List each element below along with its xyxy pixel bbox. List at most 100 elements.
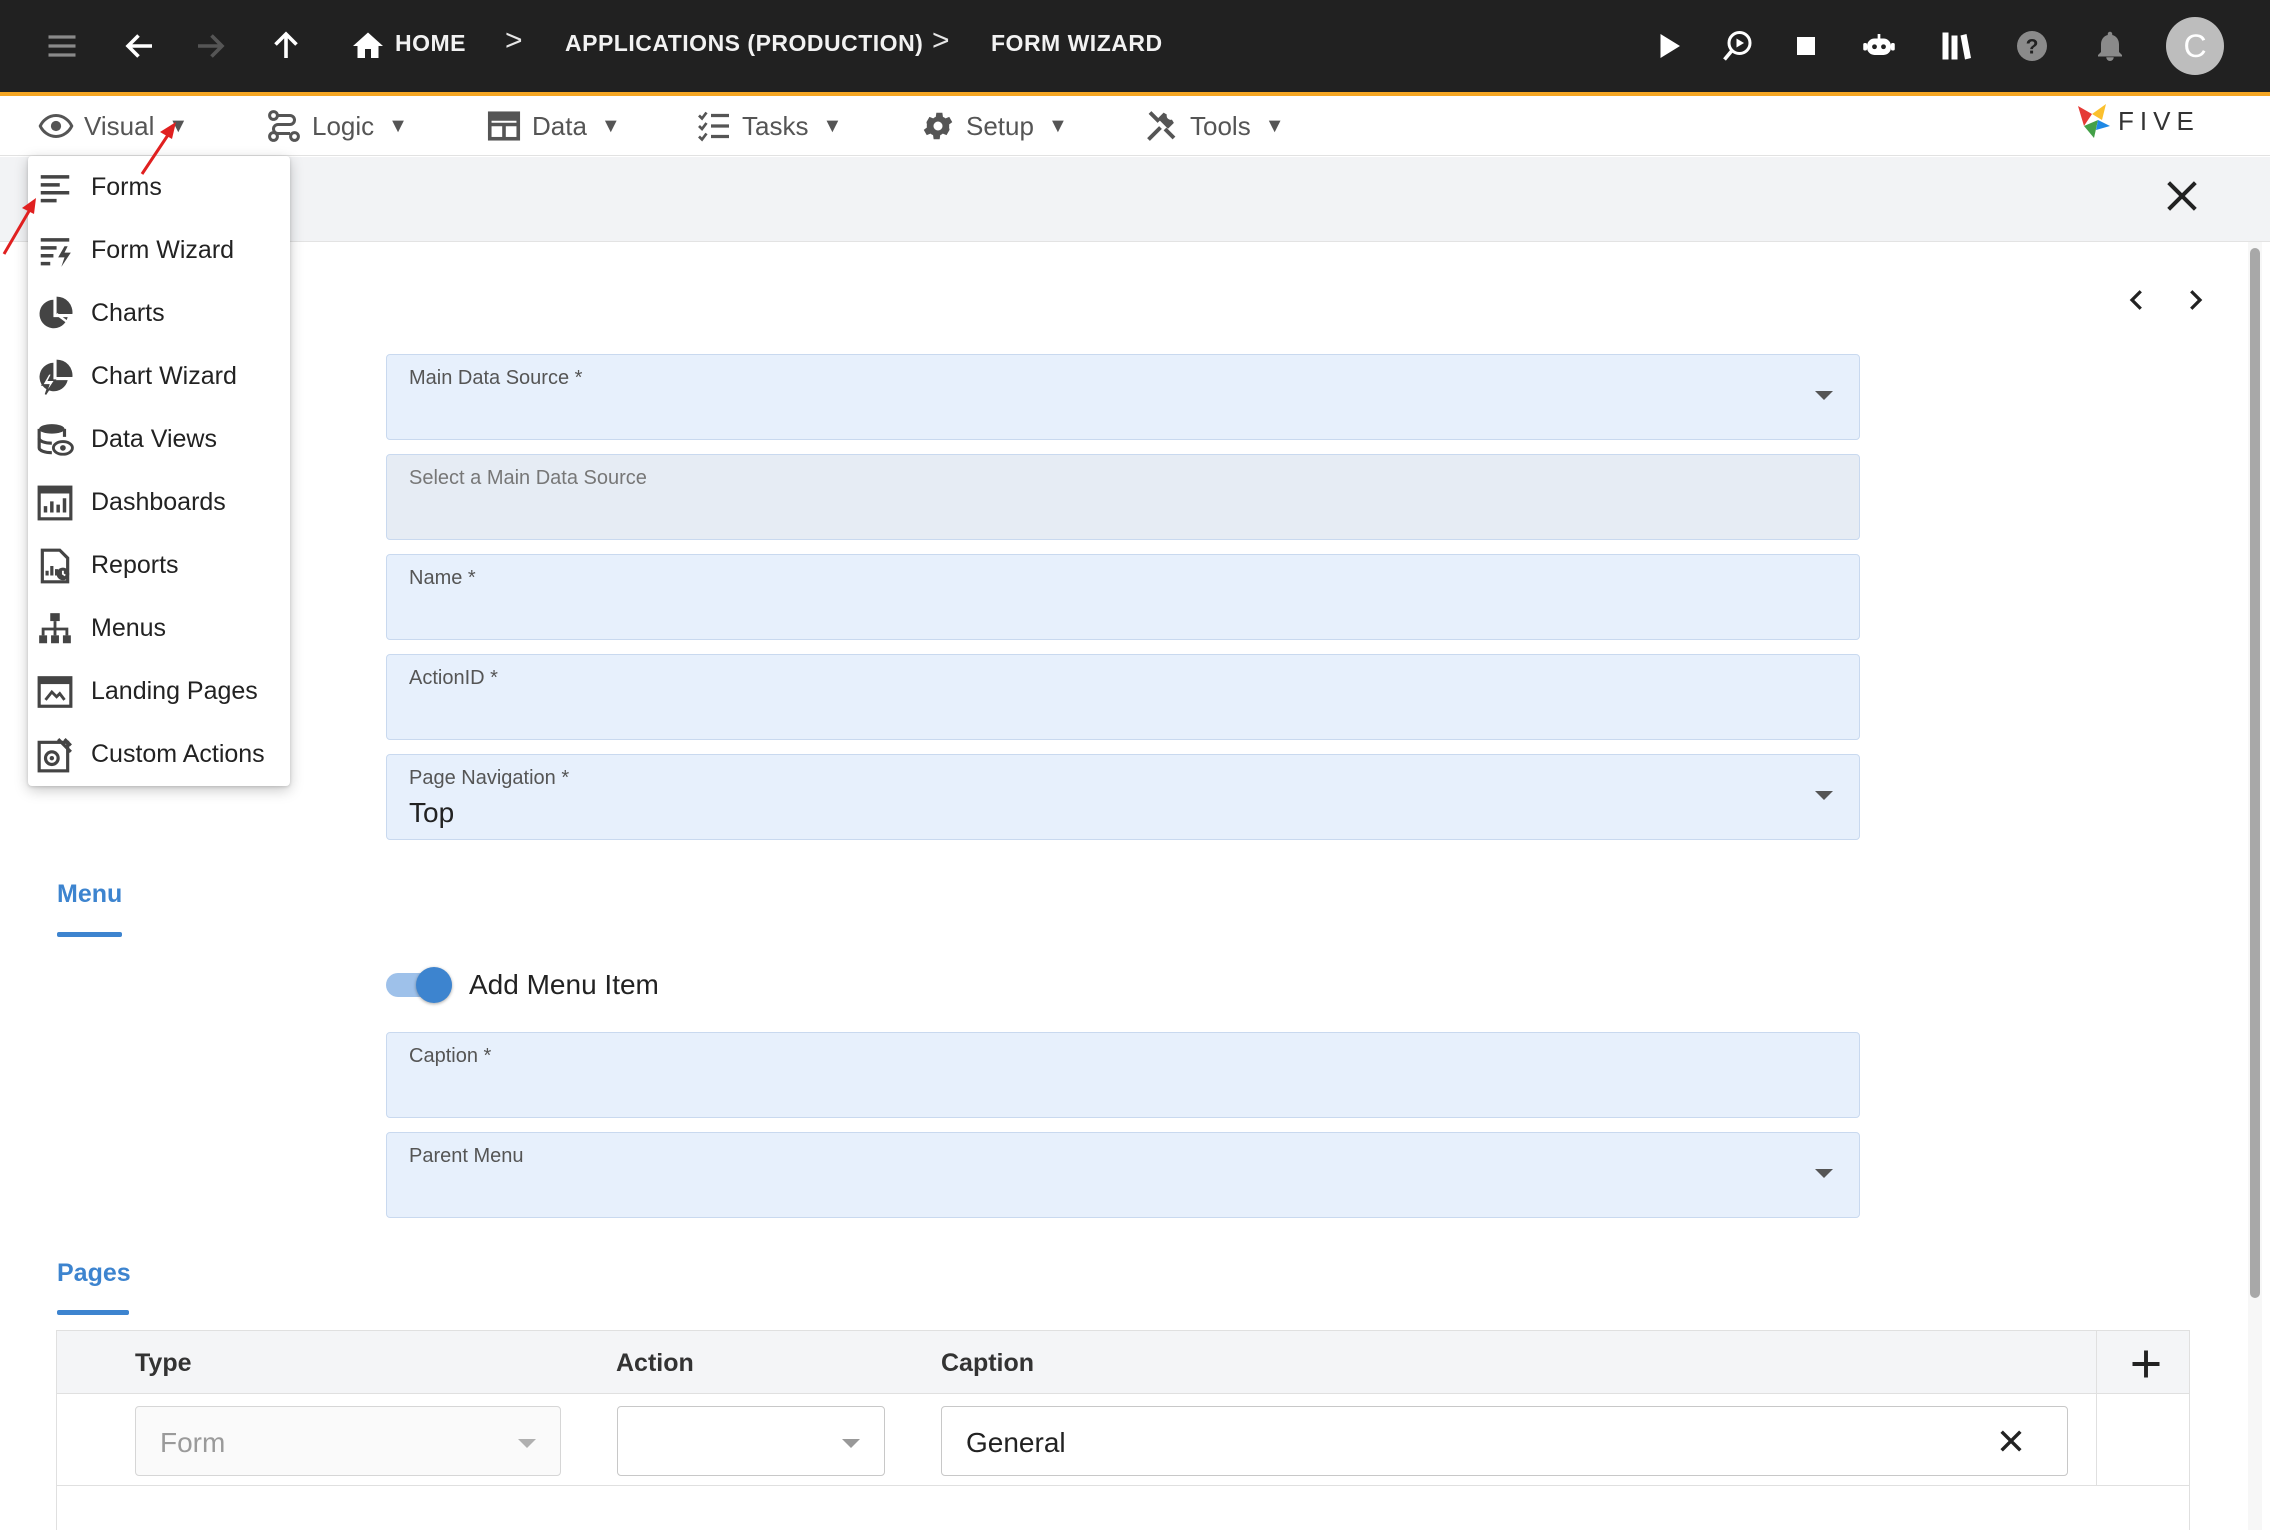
library-icon[interactable] [1932, 22, 1980, 70]
dropdown-arrow-icon[interactable] [1815, 791, 1833, 800]
form-header-bar [0, 157, 2270, 242]
menu-data-label: Data [532, 110, 587, 141]
menu-tasks[interactable]: Tasks ▼ [696, 96, 842, 156]
close-icon[interactable] [2162, 176, 2202, 216]
play-icon[interactable] [1644, 22, 1692, 70]
menu-logic[interactable]: Logic ▼ [266, 96, 408, 156]
dropdown-arrow-icon[interactable] [842, 1439, 860, 1448]
tab-pages[interactable]: Pages [57, 1259, 131, 1288]
action-select[interactable] [617, 1406, 885, 1476]
dropdown-item-label: Reports [91, 551, 179, 579]
select-source-field: Select a Main Data Source [386, 454, 1860, 540]
dropdown-arrow-icon[interactable] [1815, 1169, 1833, 1178]
add-row-icon[interactable] [2128, 1346, 2164, 1382]
column-header-action: Action [616, 1349, 694, 1377]
caption-field[interactable]: Caption * [386, 1032, 1860, 1118]
breadcrumb-separator: > [505, 24, 523, 57]
name-field[interactable]: Name * [386, 554, 1860, 640]
dropdown-item-reports[interactable]: Reports [28, 534, 290, 597]
column-header-caption: Caption [941, 1349, 1035, 1377]
parent-menu-select[interactable]: Parent Menu [386, 1132, 1860, 1218]
column-divider [2096, 1331, 2097, 1486]
dropdown-item-label: Charts [91, 299, 165, 327]
tab-menu[interactable]: Menu [57, 880, 122, 909]
field-label: ActionID * [409, 667, 498, 689]
caret-down-icon[interactable]: ▼ [1048, 115, 1068, 138]
hamburger-icon[interactable] [38, 22, 86, 70]
menu-tools-label: Tools [1190, 110, 1251, 141]
tools-icon [1147, 111, 1176, 141]
chatbot-icon[interactable] [1855, 22, 1903, 70]
breadcrumb-form-wizard: FORM WIZARD [991, 30, 1163, 56]
back-arrow-icon[interactable] [116, 22, 164, 70]
debug-run-icon[interactable] [1714, 22, 1762, 70]
tab-pages-underline [57, 1310, 129, 1315]
menu-tasks-label: Tasks [742, 110, 809, 141]
main-data-source-select[interactable]: Main Data Source * [386, 354, 1860, 440]
dropdown-item-charts[interactable]: Charts [28, 282, 290, 345]
landing-pages-icon [37, 675, 73, 708]
field-label: Select a Main Data Source [409, 467, 647, 489]
help-icon[interactable]: ? [2008, 22, 2056, 70]
caret-down-icon[interactable]: ▼ [388, 115, 408, 138]
menu-bar: Visual ▼ Logic ▼ Data ▼ Tasks ▼ Setup ▼ … [0, 96, 2270, 156]
chart-wizard-icon [39, 359, 73, 395]
caption-input[interactable]: General [941, 1406, 2068, 1476]
forward-arrow-icon [186, 22, 234, 70]
eye-icon [38, 113, 74, 139]
top-bar: HOME > APPLICATIONS (PRODUCTION) > FORM … [0, 0, 2270, 92]
dropdown-item-form-wizard[interactable]: Form Wizard [28, 219, 290, 282]
type-value: Form [160, 1427, 226, 1458]
dashboards-icon [37, 485, 73, 520]
dropdown-item-label: Chart Wizard [91, 362, 237, 390]
menu-setup[interactable]: Setup ▼ [920, 96, 1068, 156]
svg-text:?: ? [2026, 36, 2039, 59]
stop-icon[interactable] [1782, 22, 1830, 70]
type-select[interactable]: Form [135, 1406, 561, 1476]
dropdown-item-label: Dashboards [91, 488, 226, 516]
reports-icon [40, 548, 70, 583]
field-label: Name * [409, 567, 476, 589]
breadcrumb-home[interactable]: HOME [395, 30, 466, 57]
row-divider [57, 1485, 2189, 1486]
home-icon[interactable] [344, 22, 392, 70]
caret-down-icon[interactable]: ▼ [822, 115, 842, 138]
avatar[interactable]: C [2166, 17, 2224, 75]
dropdown-item-menus[interactable]: Menus [28, 597, 290, 660]
tab-menu-underline [57, 932, 122, 937]
menu-data[interactable]: Data ▼ [486, 96, 621, 156]
checklist-icon [698, 111, 729, 142]
field-label: Page Navigation * [409, 767, 570, 789]
scrollbar-thumb[interactable] [2250, 248, 2260, 1298]
caption-value: General [966, 1427, 1066, 1458]
page-navigation-select[interactable]: Page Navigation * Top [386, 754, 1860, 840]
table-icon [487, 111, 521, 141]
dropdown-arrow-icon[interactable] [518, 1439, 536, 1448]
clear-icon[interactable] [1995, 1425, 2027, 1457]
dropdown-item-label: Menus [91, 614, 167, 642]
dropdown-item-data-views[interactable]: Data Views [28, 408, 290, 471]
field-label: Parent Menu [409, 1145, 524, 1167]
chevron-right-icon[interactable] [2180, 280, 2210, 320]
breadcrumb-applications[interactable]: APPLICATIONS (PRODUCTION) [565, 30, 923, 57]
action-id-field[interactable]: ActionID * [386, 654, 1860, 740]
dropdown-item-dashboards[interactable]: Dashboards [28, 471, 290, 534]
bell-icon[interactable] [2086, 22, 2134, 70]
custom-actions-icon [37, 737, 72, 772]
menu-tools[interactable]: Tools ▼ [1144, 96, 1285, 156]
data-views-icon [37, 423, 74, 456]
visual-dropdown-menu: Forms Form Wizard Charts Chart Wizard Da… [28, 156, 290, 786]
dropdown-item-landing-pages[interactable]: Landing Pages [28, 660, 290, 723]
dropdown-item-chart-wizard[interactable]: Chart Wizard [28, 345, 290, 408]
up-arrow-icon[interactable] [262, 22, 310, 70]
caret-down-icon[interactable]: ▼ [1265, 115, 1285, 138]
chevron-left-icon[interactable] [2122, 280, 2152, 320]
toggle-thumb[interactable] [416, 967, 452, 1003]
caret-down-icon[interactable]: ▼ [601, 115, 621, 138]
charts-icon [39, 296, 73, 328]
dropdown-item-custom-actions[interactable]: Custom Actions [28, 723, 290, 786]
dropdown-arrow-icon[interactable] [1815, 391, 1833, 400]
dropdown-item-label: Form Wizard [91, 236, 235, 264]
five-logo: FIVE [2078, 104, 2194, 138]
field-label: Main Data Source * [409, 367, 583, 389]
